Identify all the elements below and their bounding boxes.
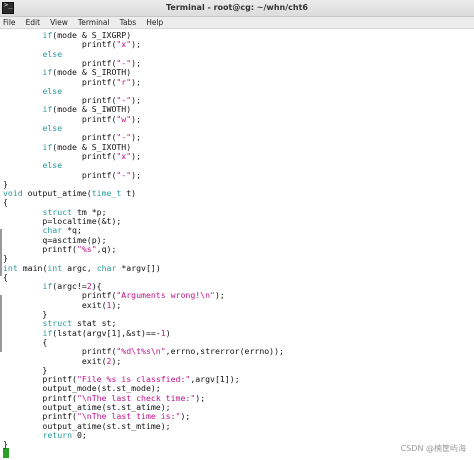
- menu-file[interactable]: File: [3, 17, 16, 29]
- fold-marker: [0, 229, 2, 276]
- watermark: CSDN @楠筐屿海: [400, 444, 466, 453]
- menu-bar: File Edit View Terminal Tabs Help: [0, 17, 474, 29]
- terminal-view[interactable]: if(mode & S_IXGRP) printf("x"); else pri…: [0, 30, 474, 460]
- title-bar: Terminal - root@cg: ~/whn/cht6: [0, 0, 474, 17]
- code-line: }: [3, 439, 8, 450]
- fold-marker: [0, 295, 2, 352]
- window-title: Terminal - root@cg: ~/whn/cht6: [166, 3, 308, 12]
- menu-help[interactable]: Help: [146, 17, 163, 29]
- menu-edit[interactable]: Edit: [26, 17, 41, 29]
- menu-view[interactable]: View: [50, 17, 68, 29]
- menu-terminal[interactable]: Terminal: [78, 17, 110, 29]
- menu-tabs[interactable]: Tabs: [120, 17, 137, 29]
- text-cursor: [3, 448, 9, 458]
